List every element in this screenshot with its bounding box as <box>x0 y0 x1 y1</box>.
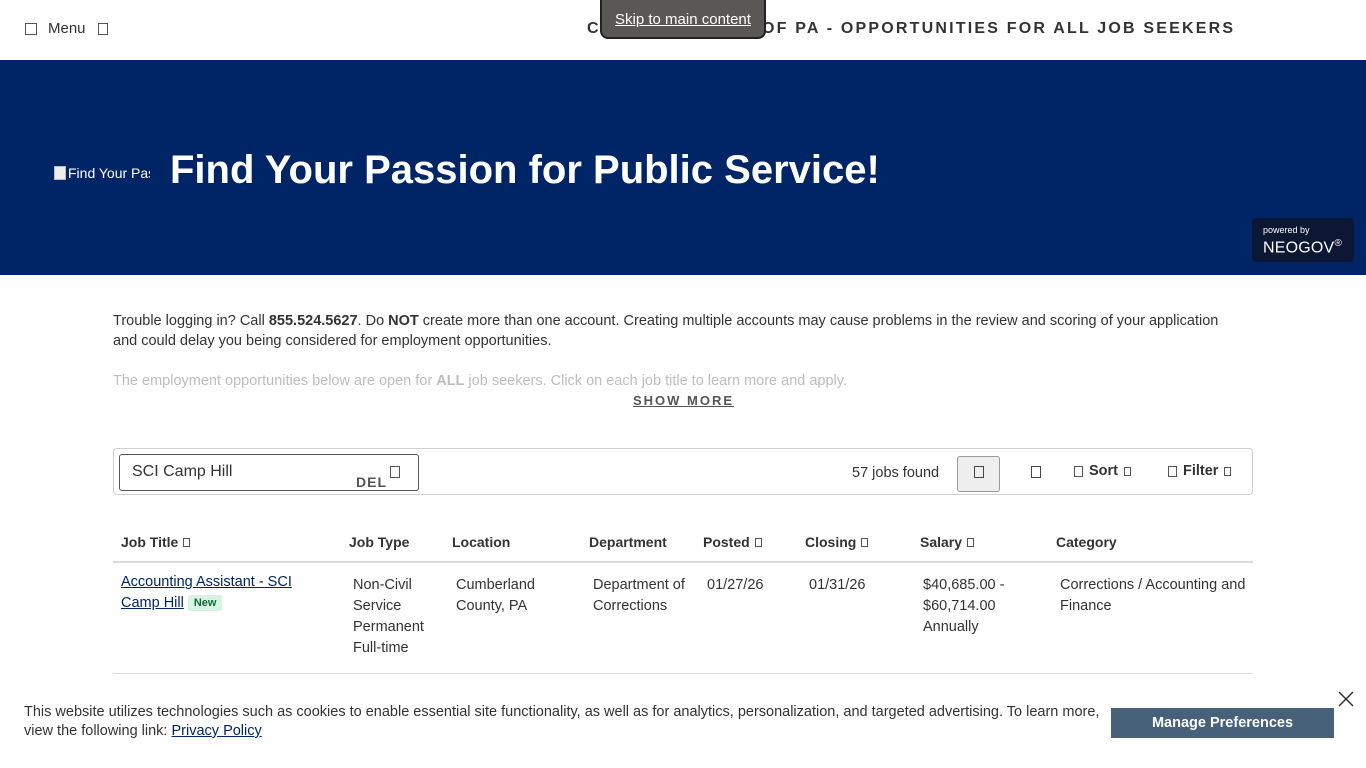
sort-arrow-icon <box>754 537 762 547</box>
chevron-down-icon <box>1124 466 1131 476</box>
neogov-logo: NEOGOV® <box>1263 238 1343 257</box>
job-type-cell: Non-Civil Service Permanent Full-time <box>353 577 424 656</box>
hero-banner: Find Your Passion Find Your Passion for … <box>0 60 1366 275</box>
location-cell: Cumberland County, PA <box>456 577 535 614</box>
card-view-icon <box>1030 465 1041 483</box>
search-box[interactable]: DEL <box>119 454 419 491</box>
broken-image-icon <box>54 166 66 180</box>
del-key-hint: DEL <box>356 474 387 490</box>
hero-title: Find Your Passion for Public Service! <box>170 148 880 192</box>
show-more-link[interactable]: SHOW MORE <box>633 393 734 408</box>
col-closing[interactable]: Closing <box>805 534 869 550</box>
col-department: Department <box>589 534 667 550</box>
chevron-down-icon <box>96 22 110 36</box>
table-row: Accounting Assistant - SCI Camp Hill New … <box>113 564 1253 674</box>
neogov-badge[interactable]: powered by NEOGOV® <box>1252 218 1354 262</box>
col-job-type: Job Type <box>349 534 410 550</box>
new-badge: New <box>187 595 223 611</box>
department-cell: Department of Corrections <box>593 577 685 614</box>
sort-arrow-icon <box>861 537 869 547</box>
skip-to-main-link[interactable]: Skip to main content <box>600 0 766 39</box>
clear-search-icon[interactable] <box>390 465 404 479</box>
category-cell: Corrections / Accounting and Finance <box>1060 577 1246 614</box>
chevron-down-icon <box>1224 466 1232 476</box>
salary-cell: $40,685.00 - $60,714.00 Annually <box>923 577 1005 635</box>
col-location: Location <box>452 534 511 550</box>
jobs-found-count: 57 jobs found <box>852 465 940 481</box>
sort-label: Sort <box>1089 463 1118 479</box>
powered-by-label: powered by <box>1263 225 1310 235</box>
sort-arrow-icon <box>967 537 975 547</box>
cookie-notice-text: This website utilizes technologies such … <box>24 704 1100 739</box>
sort-arrow-icon <box>183 537 191 547</box>
closing-cell: 01/31/26 <box>809 577 866 593</box>
privacy-policy-link[interactable]: Privacy Policy <box>172 723 262 739</box>
filter-icon <box>1168 465 1177 477</box>
col-posted[interactable]: Posted <box>703 534 762 550</box>
menu-button[interactable]: Menu <box>24 20 110 37</box>
menu-label: Menu <box>48 20 86 37</box>
col-job-title[interactable]: Job Title <box>121 534 191 550</box>
hero-logo-image: Find Your Passion <box>54 164 150 182</box>
col-category: Category <box>1056 534 1117 550</box>
filter-label: Filter <box>1183 463 1219 479</box>
support-phone: 855.524.5627 <box>268 313 358 329</box>
col-salary[interactable]: Salary <box>920 534 975 550</box>
card-view-button[interactable] <box>1014 456 1057 492</box>
hamburger-icon <box>24 22 38 36</box>
list-view-button[interactable] <box>957 456 1000 492</box>
search-input[interactable] <box>132 463 352 481</box>
list-view-icon <box>973 465 984 483</box>
filter-button[interactable]: Filter <box>1168 463 1232 479</box>
cookie-banner: This website utilizes technologies such … <box>0 688 1366 768</box>
sort-button[interactable]: Sort <box>1074 463 1131 479</box>
close-icon[interactable] <box>1337 690 1355 708</box>
jobs-table-header: Job Title Job Type Location Department P… <box>113 530 1253 563</box>
intro-notice: Trouble logging in? Call 855.524.5627. D… <box>113 313 1219 349</box>
hero-logo-alt: Find Your Passion <box>68 165 150 181</box>
intro-faded-text: The employment opportunities below are o… <box>113 373 847 389</box>
job-title-cell: Accounting Assistant - SCI Camp Hill New <box>121 572 321 614</box>
search-toolbar: DEL 57 jobs found Sort Filter <box>113 448 1253 495</box>
posted-cell: 01/27/26 <box>707 577 764 593</box>
sort-icon <box>1074 465 1083 477</box>
manage-preferences-button[interactable]: Manage Preferences <box>1111 708 1334 738</box>
top-bar: Menu COMMONWEALTH OF PA - OPPORTUNITIES … <box>0 0 1366 60</box>
